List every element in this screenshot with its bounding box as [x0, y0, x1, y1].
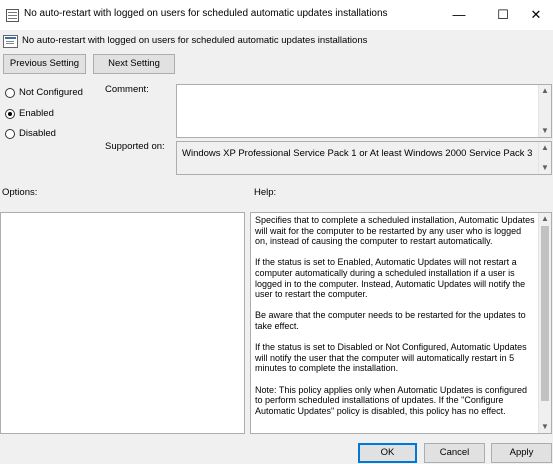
- help-paragraph: Specifies that to complete a scheduled i…: [255, 215, 535, 247]
- supported-on-label: Supported on:: [105, 141, 165, 152]
- help-scrollbar[interactable]: ▲ ▼: [538, 213, 551, 433]
- help-pane[interactable]: Specifies that to complete a scheduled i…: [250, 212, 552, 434]
- scroll-down-icon[interactable]: ▼: [539, 125, 551, 137]
- window-title: No auto-restart with logged on users for…: [24, 8, 388, 19]
- supported-on-field: Windows XP Professional Service Pack 1 o…: [176, 141, 552, 175]
- scroll-up-icon[interactable]: ▲: [539, 142, 551, 154]
- policy-window-icon: [6, 9, 19, 22]
- help-text: Specifies that to complete a scheduled i…: [255, 215, 535, 427]
- help-scroll-thumb[interactable]: [541, 226, 549, 401]
- help-paragraph: Note: This policy applies only when Auto…: [255, 384, 527, 416]
- help-label: Help:: [254, 187, 277, 198]
- scroll-up-icon[interactable]: ▲: [539, 85, 551, 97]
- options-label: Options:: [2, 187, 38, 198]
- minimize-button[interactable]: —: [442, 0, 476, 30]
- cancel-button[interactable]: Cancel: [424, 443, 485, 463]
- apply-button[interactable]: Apply: [491, 443, 552, 463]
- previous-setting-button[interactable]: Previous Setting: [3, 54, 86, 74]
- maximize-button[interactable]: ☐: [486, 0, 520, 30]
- supported-on-value: Windows XP Professional Service Pack 1 o…: [182, 148, 533, 159]
- radio-not-configured[interactable]: Not Configured: [5, 86, 100, 100]
- help-paragraph: Be aware that the computer needs to be r…: [255, 310, 526, 331]
- scroll-down-icon[interactable]: ▼: [539, 421, 551, 433]
- radio-circle-selected[interactable]: [5, 109, 15, 119]
- radio-label: Not Configured: [19, 87, 83, 98]
- setting-title: No auto-restart with logged on users for…: [22, 35, 368, 46]
- scroll-down-icon[interactable]: ▼: [539, 162, 551, 174]
- supported-on-scrollbar[interactable]: ▲ ▼: [538, 142, 551, 174]
- radio-enabled[interactable]: Enabled: [5, 107, 100, 121]
- help-paragraph: If the status is set to Enabled, Automat…: [255, 257, 526, 300]
- policy-setting-icon: [3, 35, 18, 48]
- next-setting-button[interactable]: Next Setting: [93, 54, 175, 74]
- options-pane: [0, 212, 245, 434]
- comment-scrollbar[interactable]: ▲ ▼: [538, 85, 551, 137]
- radio-label: Disabled: [19, 128, 56, 139]
- close-button[interactable]: ✕: [519, 0, 553, 30]
- comment-label: Comment:: [105, 84, 149, 95]
- title-bar: No auto-restart with logged on users for…: [0, 0, 553, 30]
- scroll-up-icon[interactable]: ▲: [539, 213, 551, 225]
- radio-disabled[interactable]: Disabled: [5, 127, 100, 141]
- help-paragraph: If the status is set to Disabled or Not …: [255, 342, 527, 374]
- ok-button[interactable]: OK: [358, 443, 417, 463]
- radio-label: Enabled: [19, 108, 54, 119]
- radio-circle[interactable]: [5, 129, 15, 139]
- radio-circle[interactable]: [5, 88, 15, 98]
- comment-field[interactable]: ▲ ▼: [176, 84, 552, 138]
